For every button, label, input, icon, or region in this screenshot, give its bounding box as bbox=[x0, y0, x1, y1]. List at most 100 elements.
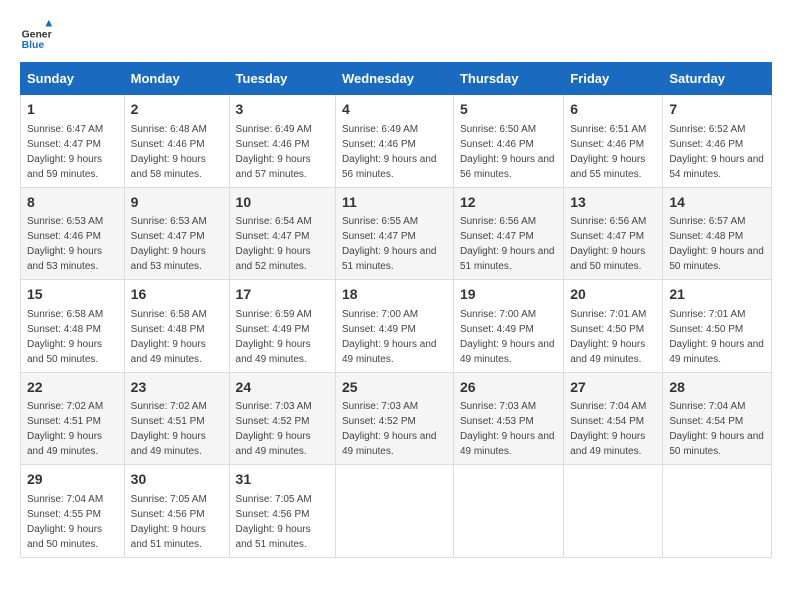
calendar-cell: 26 Sunrise: 7:03 AMSunset: 4:53 PMDayligh… bbox=[453, 372, 563, 465]
day-info: Sunrise: 6:56 AMSunset: 4:47 PMDaylight:… bbox=[570, 216, 646, 272]
day-number: 7 bbox=[669, 100, 765, 120]
day-number: 11 bbox=[342, 193, 447, 213]
day-number: 26 bbox=[460, 378, 557, 398]
day-number: 13 bbox=[570, 193, 656, 213]
weekday-header-tuesday: Tuesday bbox=[229, 63, 335, 95]
day-info: Sunrise: 6:55 AMSunset: 4:47 PMDaylight:… bbox=[342, 216, 437, 272]
day-info: Sunrise: 7:04 AMSunset: 4:54 PMDaylight:… bbox=[669, 401, 764, 457]
day-info: Sunrise: 7:00 AMSunset: 4:49 PMDaylight:… bbox=[460, 309, 555, 365]
day-info: Sunrise: 7:03 AMSunset: 4:53 PMDaylight:… bbox=[460, 401, 555, 457]
day-number: 4 bbox=[342, 100, 447, 120]
weekday-header-thursday: Thursday bbox=[453, 63, 563, 95]
day-info: Sunrise: 6:51 AMSunset: 4:46 PMDaylight:… bbox=[570, 124, 646, 180]
calendar-cell: 21 Sunrise: 7:01 AMSunset: 4:50 PMDayligh… bbox=[663, 280, 772, 373]
calendar-cell: 18Sunrise: 7:00 AMSunset: 4:49 PMDayligh… bbox=[335, 280, 453, 373]
day-number: 23 bbox=[131, 378, 223, 398]
day-number: 3 bbox=[236, 100, 329, 120]
calendar-cell: 20 Sunrise: 7:01 AMSunset: 4:50 PMDayligh… bbox=[564, 280, 663, 373]
calendar-week-row: 22Sunrise: 7:02 AMSunset: 4:51 PMDayligh… bbox=[21, 372, 772, 465]
day-info: Sunrise: 6:50 AMSunset: 4:46 PMDaylight:… bbox=[460, 124, 555, 180]
day-info: Sunrise: 7:03 AMSunset: 4:52 PMDaylight:… bbox=[236, 401, 312, 457]
calendar-cell: 31 Sunrise: 7:05 AMSunset: 4:56 PMDayligh… bbox=[229, 465, 335, 558]
calendar-cell: 4 Sunrise: 6:49 AMSunset: 4:46 PMDaylight… bbox=[335, 95, 453, 188]
page-header: General Blue bbox=[20, 20, 772, 52]
day-number: 14 bbox=[669, 193, 765, 213]
calendar-cell: 29Sunrise: 7:04 AMSunset: 4:55 PMDayligh… bbox=[21, 465, 125, 558]
day-info: Sunrise: 7:04 AMSunset: 4:55 PMDaylight:… bbox=[27, 494, 103, 550]
day-number: 12 bbox=[460, 193, 557, 213]
day-number: 19 bbox=[460, 285, 557, 305]
calendar-cell: 28 Sunrise: 7:04 AMSunset: 4:54 PMDayligh… bbox=[663, 372, 772, 465]
calendar-week-row: 1 Sunrise: 6:47 AMSunset: 4:47 PMDaylight… bbox=[21, 95, 772, 188]
day-info: Sunrise: 7:05 AMSunset: 4:56 PMDaylight:… bbox=[236, 494, 312, 550]
weekday-header-row: SundayMondayTuesdayWednesdayThursdayFrid… bbox=[21, 63, 772, 95]
calendar-cell: 10Sunrise: 6:54 AMSunset: 4:47 PMDayligh… bbox=[229, 187, 335, 280]
day-number: 18 bbox=[342, 285, 447, 305]
calendar-cell: 25Sunrise: 7:03 AMSunset: 4:52 PMDayligh… bbox=[335, 372, 453, 465]
calendar-cell bbox=[663, 465, 772, 558]
day-number: 5 bbox=[460, 100, 557, 120]
day-info: Sunrise: 6:57 AMSunset: 4:48 PMDaylight:… bbox=[669, 216, 764, 272]
day-info: Sunrise: 7:05 AMSunset: 4:56 PMDaylight:… bbox=[131, 494, 207, 550]
weekday-header-wednesday: Wednesday bbox=[335, 63, 453, 95]
calendar-cell: 11 Sunrise: 6:55 AMSunset: 4:47 PMDayligh… bbox=[335, 187, 453, 280]
calendar-cell: 24 Sunrise: 7:03 AMSunset: 4:52 PMDayligh… bbox=[229, 372, 335, 465]
day-info: Sunrise: 7:04 AMSunset: 4:54 PMDaylight:… bbox=[570, 401, 646, 457]
calendar-cell: 2 Sunrise: 6:48 AMSunset: 4:46 PMDaylight… bbox=[124, 95, 229, 188]
day-number: 8 bbox=[27, 193, 118, 213]
day-info: Sunrise: 7:03 AMSunset: 4:52 PMDaylight:… bbox=[342, 401, 437, 457]
svg-text:General: General bbox=[22, 30, 52, 41]
day-number: 16 bbox=[131, 285, 223, 305]
weekday-header-sunday: Sunday bbox=[21, 63, 125, 95]
calendar-cell: 12 Sunrise: 6:56 AMSunset: 4:47 PMDayligh… bbox=[453, 187, 563, 280]
day-number: 1 bbox=[27, 100, 118, 120]
weekday-header-friday: Friday bbox=[564, 63, 663, 95]
day-info: Sunrise: 6:53 AMSunset: 4:47 PMDaylight:… bbox=[131, 216, 207, 272]
calendar-cell: 6Sunrise: 6:51 AMSunset: 4:46 PMDaylight… bbox=[564, 95, 663, 188]
day-info: Sunrise: 6:49 AMSunset: 4:46 PMDaylight:… bbox=[236, 124, 312, 180]
calendar-cell: 17 Sunrise: 6:59 AMSunset: 4:49 PMDayligh… bbox=[229, 280, 335, 373]
calendar-cell: 30 Sunrise: 7:05 AMSunset: 4:56 PMDayligh… bbox=[124, 465, 229, 558]
calendar-cell: 7 Sunrise: 6:52 AMSunset: 4:46 PMDaylight… bbox=[663, 95, 772, 188]
day-number: 28 bbox=[669, 378, 765, 398]
calendar-cell bbox=[453, 465, 563, 558]
day-info: Sunrise: 7:01 AMSunset: 4:50 PMDaylight:… bbox=[570, 309, 646, 365]
calendar-cell: 27 Sunrise: 7:04 AMSunset: 4:54 PMDayligh… bbox=[564, 372, 663, 465]
day-number: 24 bbox=[236, 378, 329, 398]
day-info: Sunrise: 6:53 AMSunset: 4:46 PMDaylight:… bbox=[27, 216, 103, 272]
calendar-table: SundayMondayTuesdayWednesdayThursdayFrid… bbox=[20, 62, 772, 558]
day-info: Sunrise: 6:52 AMSunset: 4:46 PMDaylight:… bbox=[669, 124, 764, 180]
day-info: Sunrise: 6:49 AMSunset: 4:46 PMDaylight:… bbox=[342, 124, 437, 180]
calendar-cell: 5 Sunrise: 6:50 AMSunset: 4:46 PMDaylight… bbox=[453, 95, 563, 188]
calendar-cell: 8 Sunrise: 6:53 AMSunset: 4:46 PMDaylight… bbox=[21, 187, 125, 280]
day-number: 9 bbox=[131, 193, 223, 213]
day-number: 21 bbox=[669, 285, 765, 305]
day-info: Sunrise: 6:56 AMSunset: 4:47 PMDaylight:… bbox=[460, 216, 555, 272]
day-info: Sunrise: 6:54 AMSunset: 4:47 PMDaylight:… bbox=[236, 216, 312, 272]
calendar-cell: 14 Sunrise: 6:57 AMSunset: 4:48 PMDayligh… bbox=[663, 187, 772, 280]
calendar-cell bbox=[335, 465, 453, 558]
calendar-cell: 9 Sunrise: 6:53 AMSunset: 4:47 PMDaylight… bbox=[124, 187, 229, 280]
weekday-header-monday: Monday bbox=[124, 63, 229, 95]
calendar-cell: 15Sunrise: 6:58 AMSunset: 4:48 PMDayligh… bbox=[21, 280, 125, 373]
day-number: 17 bbox=[236, 285, 329, 305]
calendar-cell bbox=[564, 465, 663, 558]
day-number: 30 bbox=[131, 470, 223, 490]
day-number: 31 bbox=[236, 470, 329, 490]
day-info: Sunrise: 6:47 AMSunset: 4:47 PMDaylight:… bbox=[27, 124, 103, 180]
calendar-cell: 16Sunrise: 6:58 AMSunset: 4:48 PMDayligh… bbox=[124, 280, 229, 373]
day-number: 2 bbox=[131, 100, 223, 120]
calendar-cell: 22Sunrise: 7:02 AMSunset: 4:51 PMDayligh… bbox=[21, 372, 125, 465]
calendar-week-row: 8 Sunrise: 6:53 AMSunset: 4:46 PMDaylight… bbox=[21, 187, 772, 280]
day-info: Sunrise: 7:01 AMSunset: 4:50 PMDaylight:… bbox=[669, 309, 764, 365]
day-number: 15 bbox=[27, 285, 118, 305]
calendar-cell: 1 Sunrise: 6:47 AMSunset: 4:47 PMDaylight… bbox=[21, 95, 125, 188]
day-number: 20 bbox=[570, 285, 656, 305]
calendar-cell: 23 Sunrise: 7:02 AMSunset: 4:51 PMDayligh… bbox=[124, 372, 229, 465]
calendar-cell: 19 Sunrise: 7:00 AMSunset: 4:49 PMDayligh… bbox=[453, 280, 563, 373]
day-info: Sunrise: 6:59 AMSunset: 4:49 PMDaylight:… bbox=[236, 309, 312, 365]
day-number: 27 bbox=[570, 378, 656, 398]
logo-icon: General Blue bbox=[20, 20, 52, 52]
day-info: Sunrise: 7:02 AMSunset: 4:51 PMDaylight:… bbox=[131, 401, 207, 457]
day-info: Sunrise: 6:48 AMSunset: 4:46 PMDaylight:… bbox=[131, 124, 207, 180]
